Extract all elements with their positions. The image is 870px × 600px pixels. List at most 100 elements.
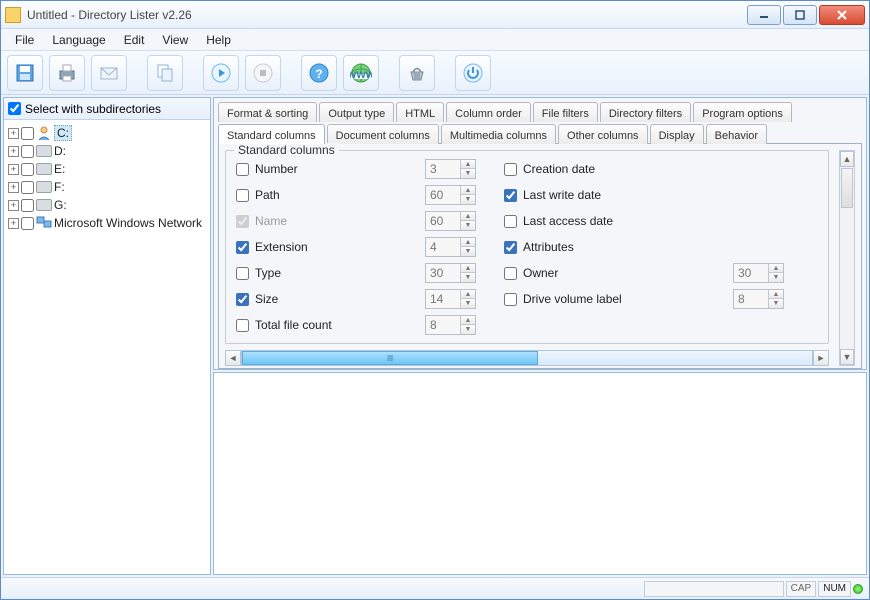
- spin-down-icon[interactable]: ▼: [461, 195, 475, 204]
- width-input[interactable]: [426, 264, 460, 282]
- email-button[interactable]: [91, 55, 127, 91]
- spin-down-icon[interactable]: ▼: [769, 273, 783, 282]
- maximize-button[interactable]: [783, 5, 817, 25]
- creation-date-checkbox[interactable]: [504, 163, 517, 176]
- spin-down-icon[interactable]: ▼: [461, 273, 475, 282]
- width-stepper[interactable]: ▲▼: [425, 263, 476, 283]
- spin-up-icon[interactable]: ▲: [461, 212, 475, 221]
- tab-standard-columns[interactable]: Standard columns: [218, 124, 325, 144]
- width-stepper[interactable]: ▲▼: [425, 185, 476, 205]
- spin-up-icon[interactable]: ▲: [461, 290, 475, 299]
- spin-up-icon[interactable]: ▲: [461, 238, 475, 247]
- number-checkbox[interactable]: [236, 163, 249, 176]
- tree-checkbox[interactable]: [21, 163, 34, 176]
- spin-up-icon[interactable]: ▲: [461, 160, 475, 169]
- scrollbar-thumb[interactable]: ≡: [242, 351, 538, 365]
- size-checkbox[interactable]: [236, 293, 249, 306]
- width-input[interactable]: [734, 290, 768, 308]
- tree-checkbox[interactable]: [21, 145, 34, 158]
- print-button[interactable]: [49, 55, 85, 91]
- width-input[interactable]: [426, 290, 460, 308]
- spin-up-icon[interactable]: ▲: [461, 316, 475, 325]
- expand-icon[interactable]: +: [8, 200, 19, 211]
- subdirectories-checkbox[interactable]: [8, 102, 21, 115]
- menu-edit[interactable]: Edit: [116, 31, 153, 49]
- total-file-count-checkbox[interactable]: [236, 319, 249, 332]
- width-stepper[interactable]: ▲▼: [733, 263, 784, 283]
- expand-icon[interactable]: +: [8, 218, 19, 229]
- tree-checkbox[interactable]: [21, 127, 34, 140]
- save-button[interactable]: [7, 55, 43, 91]
- tab-behavior[interactable]: Behavior: [706, 124, 767, 144]
- tab-format-sorting[interactable]: Format & sorting: [218, 102, 317, 122]
- tab-directory-filters[interactable]: Directory filters: [600, 102, 691, 122]
- close-button[interactable]: [819, 5, 865, 25]
- scroll-right-button[interactable]: ►: [813, 350, 829, 366]
- spin-up-icon[interactable]: ▲: [461, 186, 475, 195]
- spin-up-icon[interactable]: ▲: [769, 290, 783, 299]
- width-input[interactable]: [426, 212, 460, 230]
- stop-button[interactable]: [245, 55, 281, 91]
- tree-item-e[interactable]: + E:: [6, 160, 208, 178]
- spin-down-icon[interactable]: ▼: [461, 221, 475, 230]
- scroll-down-button[interactable]: ▼: [840, 349, 854, 365]
- menu-file[interactable]: File: [7, 31, 42, 49]
- spin-up-icon[interactable]: ▲: [769, 264, 783, 273]
- width-stepper[interactable]: ▲▼: [733, 289, 784, 309]
- width-stepper[interactable]: ▲▼: [425, 315, 476, 335]
- drive-volume-label-checkbox[interactable]: [504, 293, 517, 306]
- web-button[interactable]: www: [343, 55, 379, 91]
- tree-checkbox[interactable]: [21, 181, 34, 194]
- help-button[interactable]: ?: [301, 55, 337, 91]
- expand-icon[interactable]: +: [8, 182, 19, 193]
- width-input[interactable]: [426, 316, 460, 334]
- play-button[interactable]: [203, 55, 239, 91]
- menu-view[interactable]: View: [154, 31, 196, 49]
- basket-button[interactable]: [399, 55, 435, 91]
- copy-button[interactable]: [147, 55, 183, 91]
- scroll-left-button[interactable]: ◄: [225, 350, 241, 366]
- tab-program-options[interactable]: Program options: [693, 102, 792, 122]
- scrollbar-thumb[interactable]: [841, 168, 853, 208]
- name-checkbox[interactable]: [236, 215, 249, 228]
- spin-down-icon[interactable]: ▼: [461, 169, 475, 178]
- extension-checkbox[interactable]: [236, 241, 249, 254]
- scroll-up-button[interactable]: ▲: [840, 151, 854, 167]
- expand-icon[interactable]: +: [8, 128, 19, 139]
- tree-item-d[interactable]: + D:: [6, 142, 208, 160]
- tab-display[interactable]: Display: [650, 124, 704, 144]
- attributes-checkbox[interactable]: [504, 241, 517, 254]
- expand-icon[interactable]: +: [8, 146, 19, 157]
- tab-output-type[interactable]: Output type: [319, 102, 394, 122]
- width-stepper[interactable]: ▲▼: [425, 159, 476, 179]
- horizontal-scrollbar[interactable]: ◄ ≡ ►: [225, 350, 829, 366]
- power-button[interactable]: [455, 55, 491, 91]
- type-checkbox[interactable]: [236, 267, 249, 280]
- width-stepper[interactable]: ▲▼: [425, 211, 476, 231]
- spin-up-icon[interactable]: ▲: [461, 264, 475, 273]
- drive-tree[interactable]: + C: + D: + E: +: [4, 120, 210, 574]
- tree-item-g[interactable]: + G:: [6, 196, 208, 214]
- spin-down-icon[interactable]: ▼: [461, 299, 475, 308]
- output-pane[interactable]: [213, 372, 867, 575]
- width-stepper[interactable]: ▲▼: [425, 237, 476, 257]
- tab-other-columns[interactable]: Other columns: [558, 124, 648, 144]
- menu-language[interactable]: Language: [44, 31, 113, 49]
- tree-checkbox[interactable]: [21, 217, 34, 230]
- path-checkbox[interactable]: [236, 189, 249, 202]
- tab-multimedia-columns[interactable]: Multimedia columns: [441, 124, 556, 144]
- menu-help[interactable]: Help: [198, 31, 239, 49]
- tab-html[interactable]: HTML: [396, 102, 444, 122]
- last-write-date-checkbox[interactable]: [504, 189, 517, 202]
- width-input[interactable]: [426, 160, 460, 178]
- owner-checkbox[interactable]: [504, 267, 517, 280]
- tree-item-network[interactable]: + Microsoft Windows Network: [6, 214, 208, 232]
- expand-icon[interactable]: +: [8, 164, 19, 175]
- width-input[interactable]: [426, 186, 460, 204]
- spin-down-icon[interactable]: ▼: [769, 299, 783, 308]
- vertical-scrollbar[interactable]: ▲ ▼: [839, 150, 855, 366]
- tree-checkbox[interactable]: [21, 199, 34, 212]
- tree-item-c[interactable]: + C:: [6, 124, 208, 142]
- tree-item-f[interactable]: + F:: [6, 178, 208, 196]
- last-access-date-checkbox[interactable]: [504, 215, 517, 228]
